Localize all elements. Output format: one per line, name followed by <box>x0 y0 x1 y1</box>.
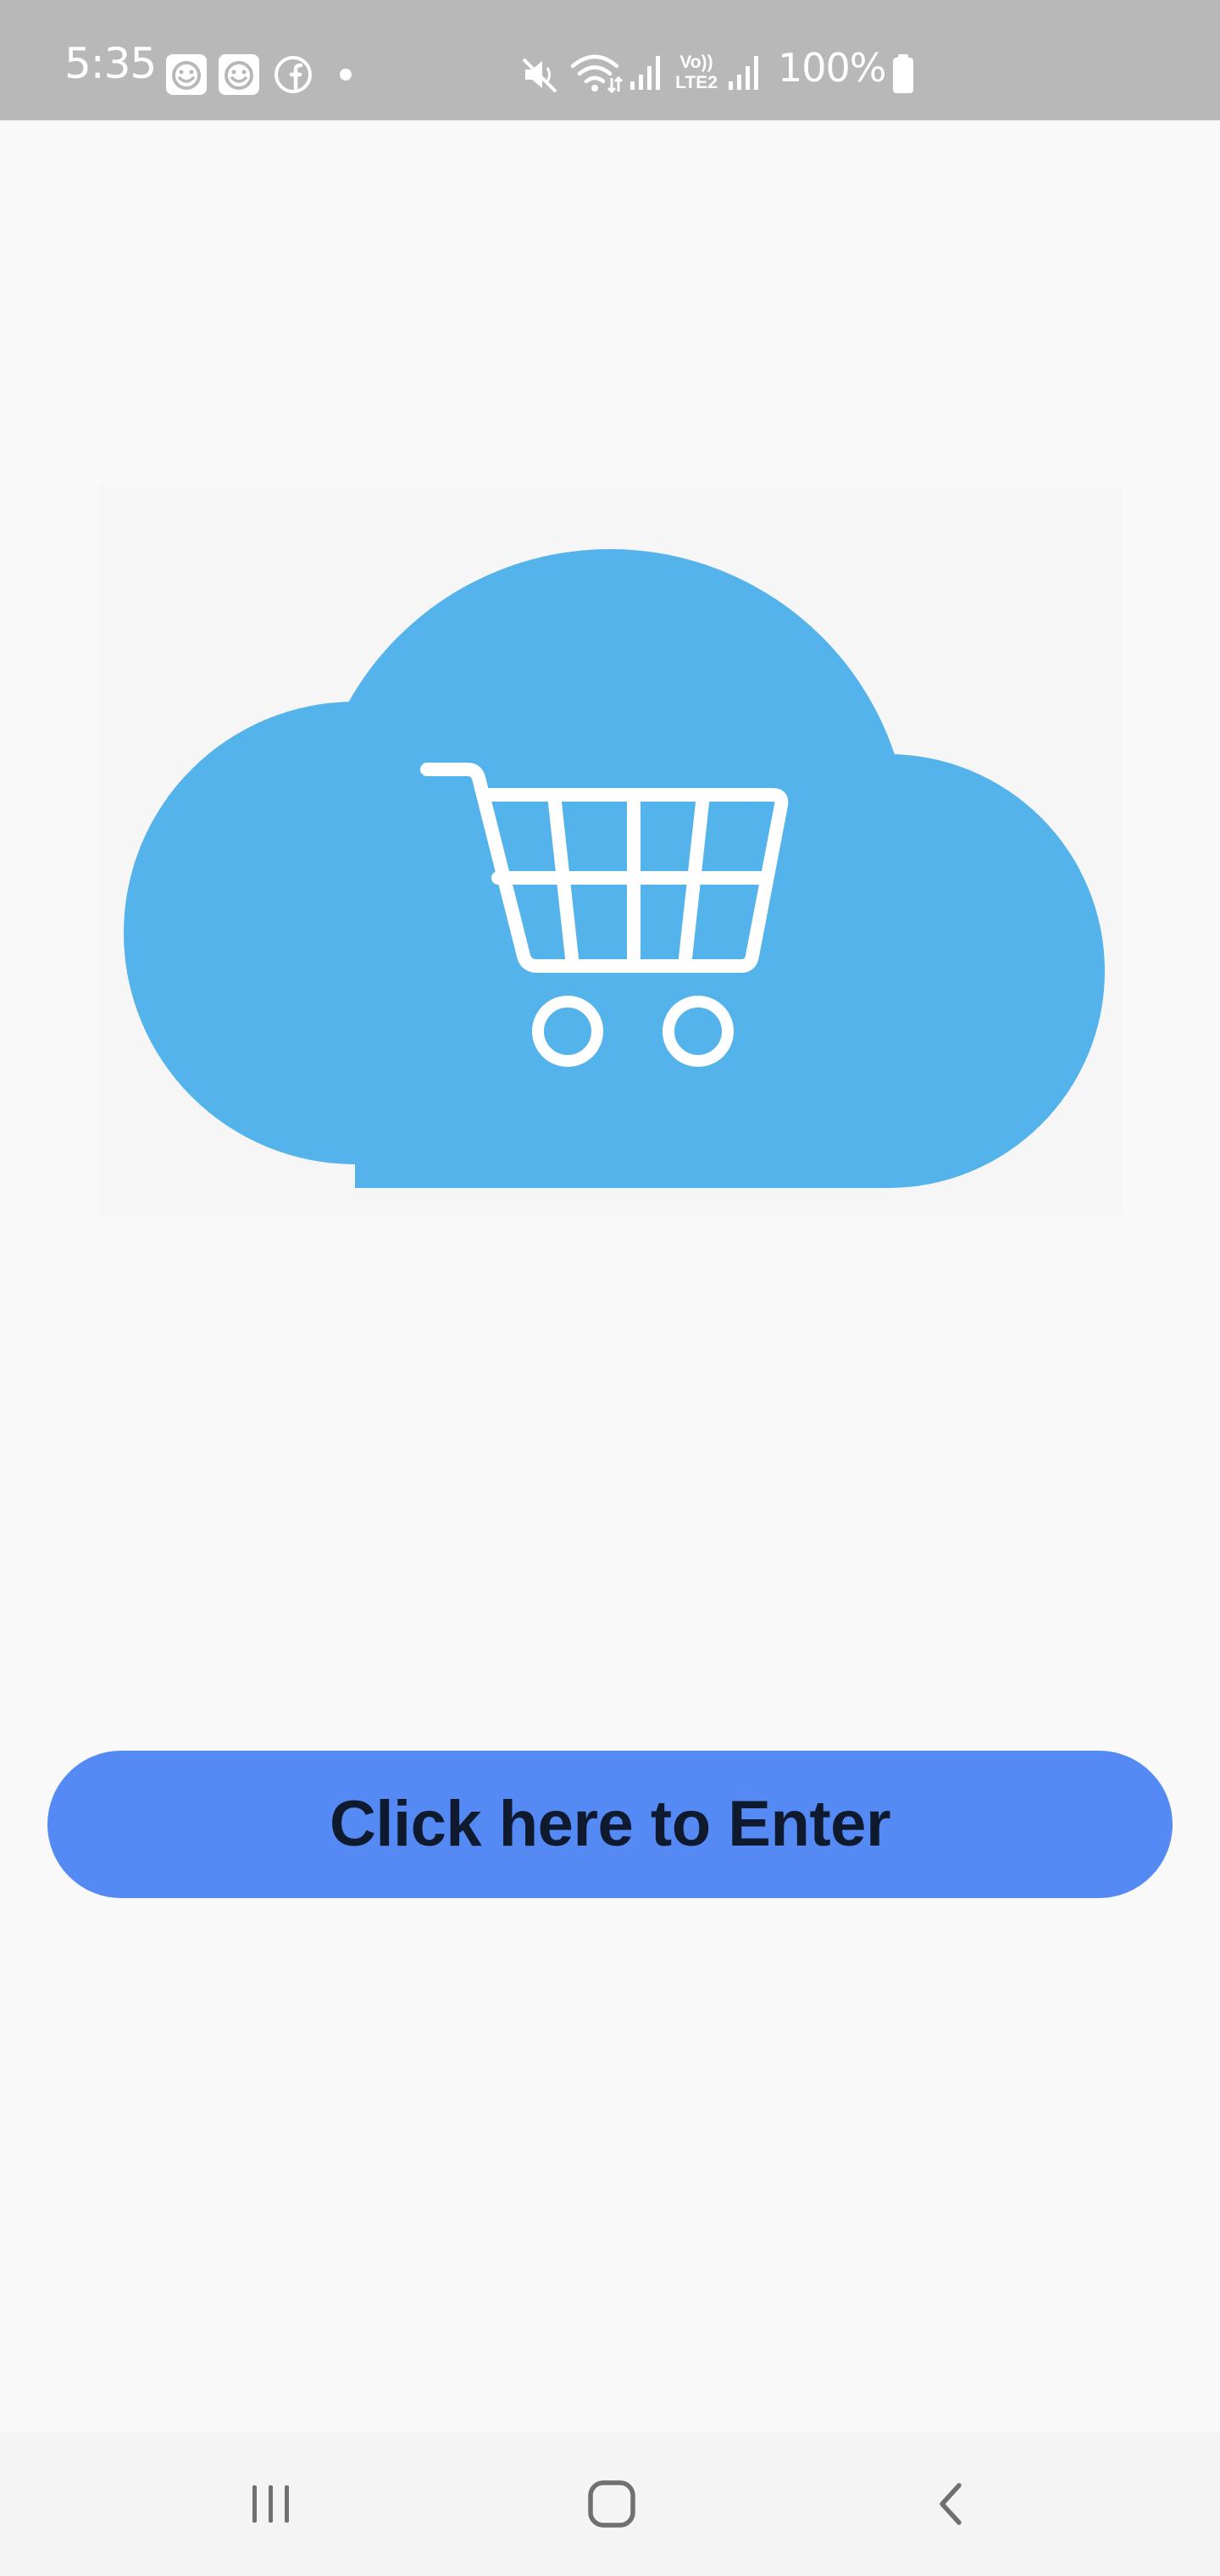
battery-percentage: 100% <box>778 45 887 91</box>
back-button[interactable] <box>884 2432 1020 2576</box>
cloud-shape <box>124 549 1105 1188</box>
status-time: 5:35 <box>64 39 157 88</box>
enter-button[interactable]: Click here to Enter <box>47 1751 1173 1898</box>
home-icon <box>588 2480 635 2528</box>
facebook-icon <box>274 56 312 93</box>
volte-label-bottom: LTE2 <box>675 73 718 92</box>
enter-button-label: Click here to Enter <box>329 1788 891 1860</box>
navigation-bar <box>0 2432 1220 2576</box>
volte-label-top: Vo)) <box>679 53 713 72</box>
recents-icon <box>252 2485 289 2523</box>
hero-image <box>98 486 1123 1215</box>
recents-button[interactable] <box>203 2432 339 2576</box>
signal-icon <box>630 56 660 90</box>
battery-icon <box>893 54 913 93</box>
smiley-notification-icon <box>219 54 259 95</box>
smiley-notification-icon <box>166 54 207 95</box>
volte-lte2-icon: Vo)) LTE2 <box>673 53 720 95</box>
home-button[interactable] <box>544 2432 679 2576</box>
app-screen: 5:35 Vo)) LTE2 100% Click here to Enter <box>0 0 1220 2576</box>
back-icon <box>940 2483 962 2525</box>
status-bar: 5:35 Vo)) LTE2 100% <box>0 0 1220 120</box>
mute-icon <box>522 58 557 93</box>
dot-icon <box>340 69 352 80</box>
wifi-icon <box>570 54 624 94</box>
shopping-cart-cloud-icon <box>124 549 1105 1188</box>
signal-icon <box>729 56 758 90</box>
